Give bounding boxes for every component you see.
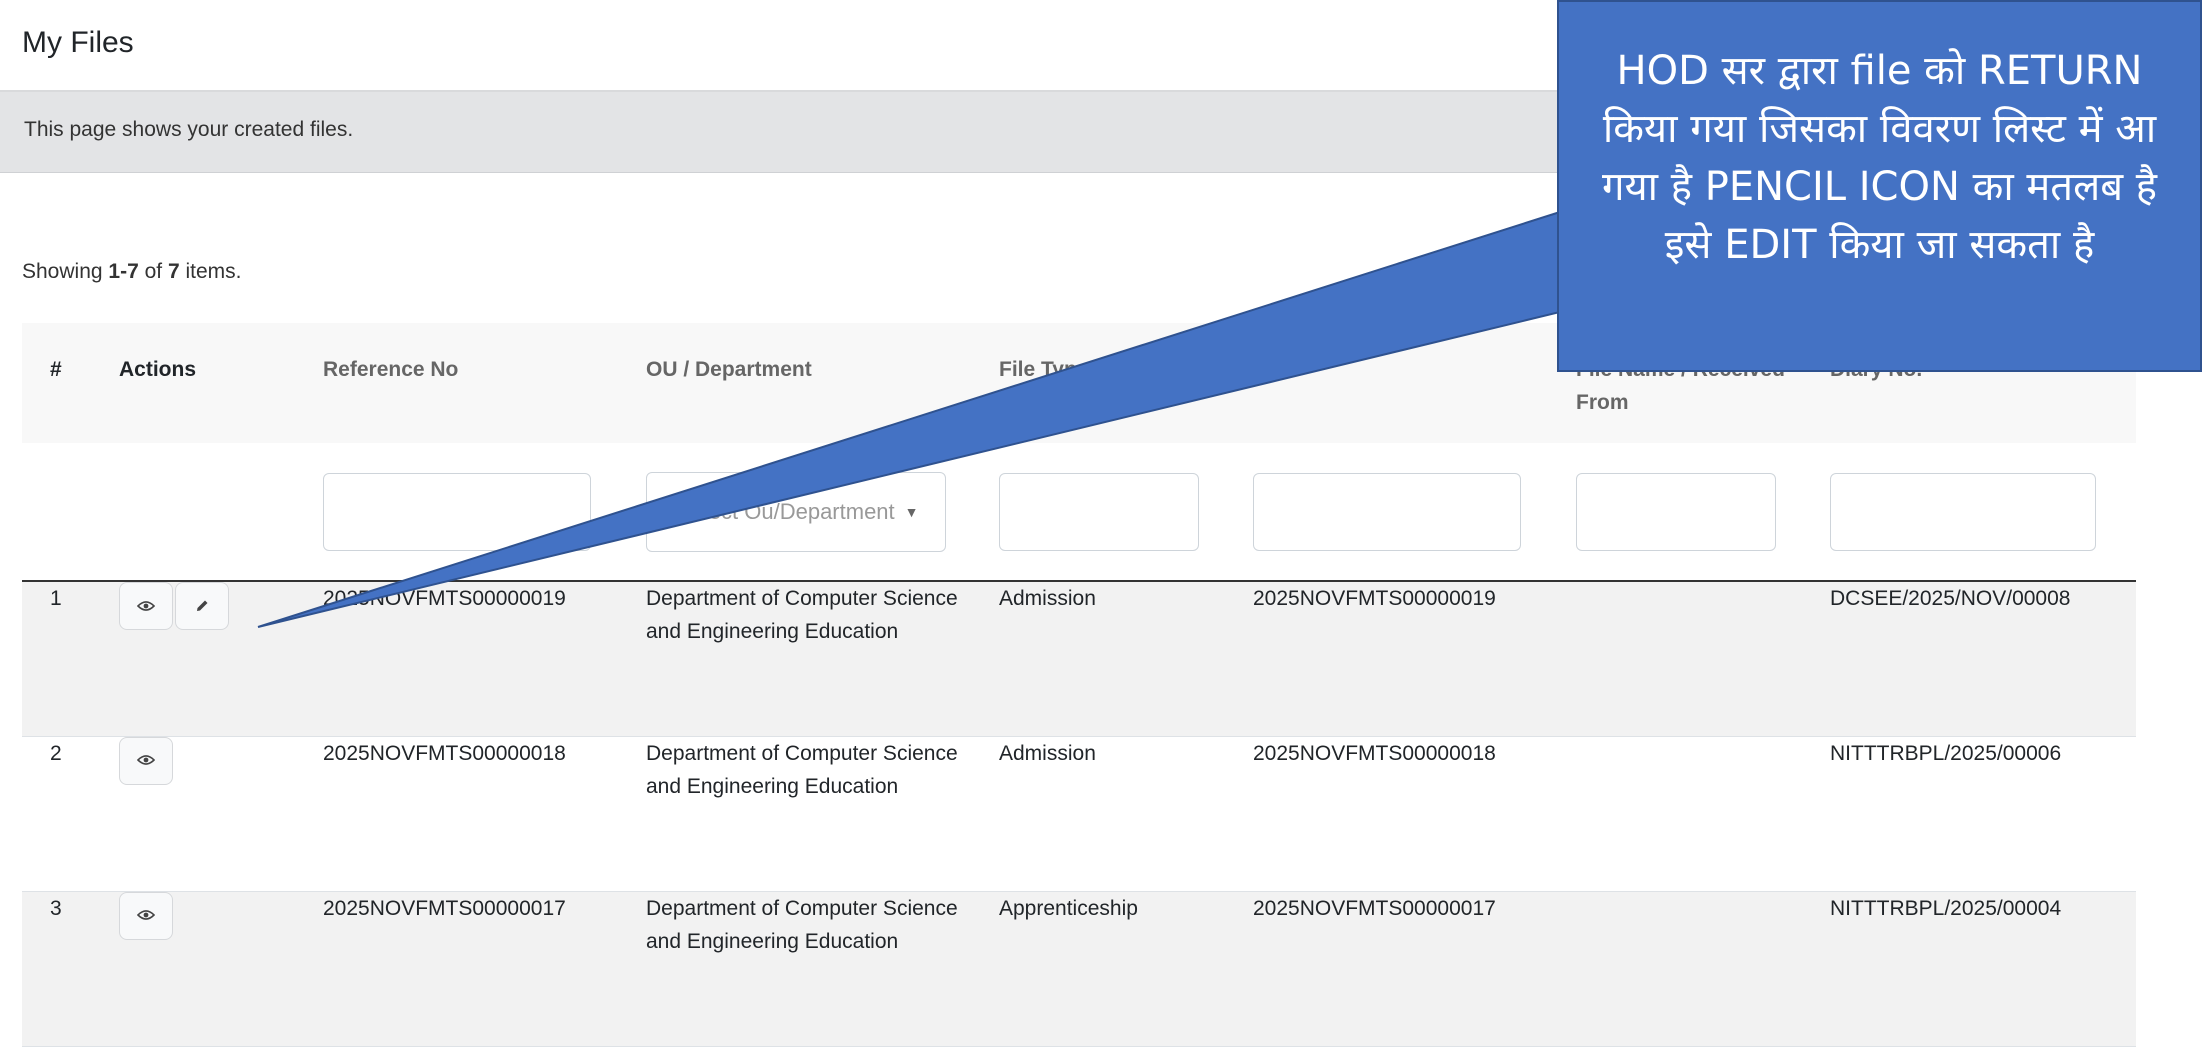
annotation-callout: HOD सर द्वारा file को RETURN किया गया जि…: [1557, 0, 2202, 372]
callout-text: HOD सर द्वारा file को RETURN किया गया जि…: [1601, 48, 2158, 268]
